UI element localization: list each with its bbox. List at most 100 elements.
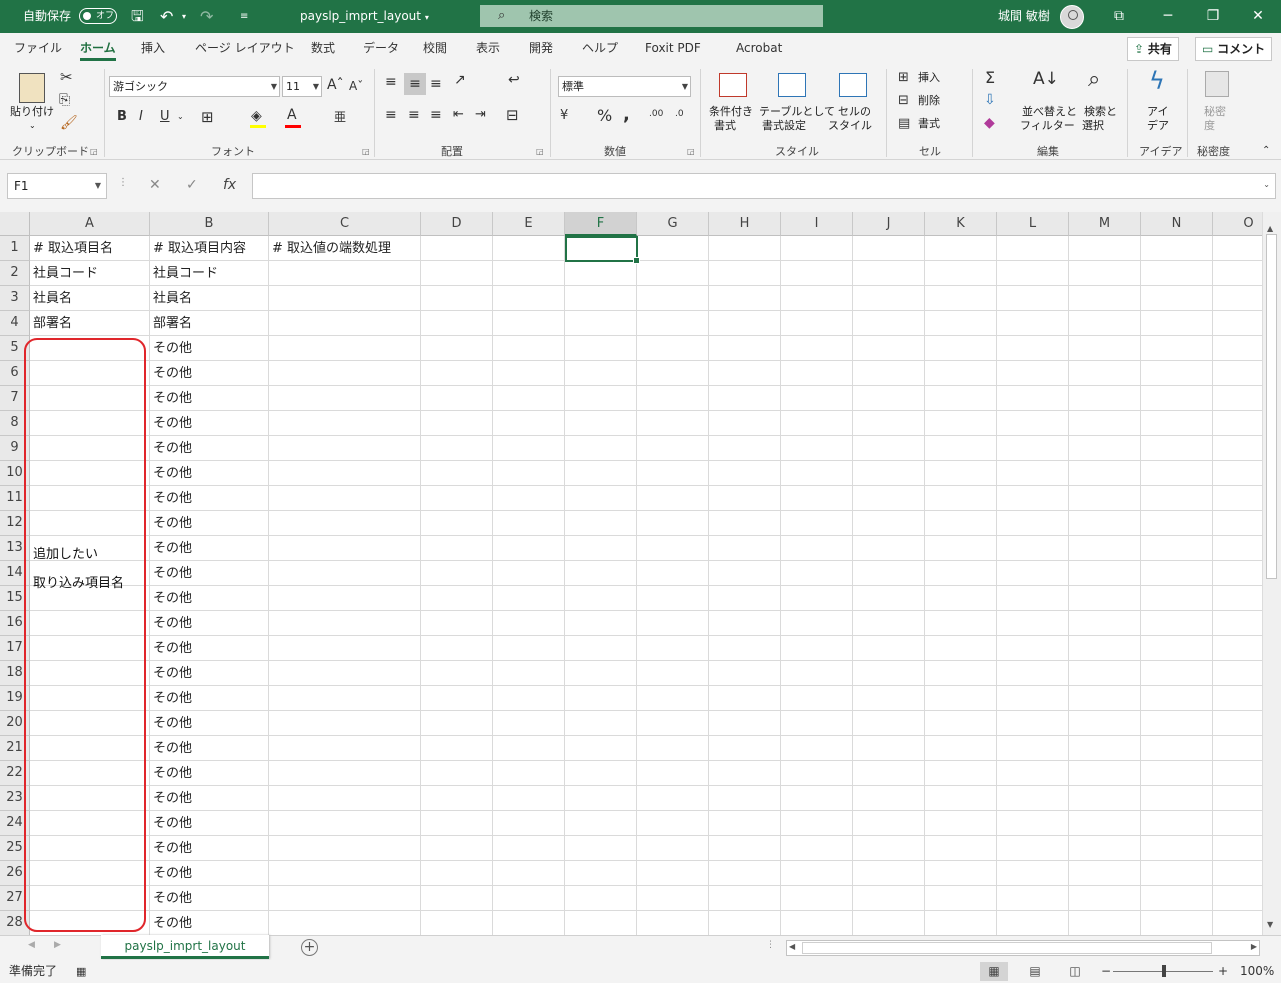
percent-icon[interactable]: % <box>597 106 612 125</box>
normal-view-icon[interactable]: ▦ <box>980 962 1008 981</box>
sensitivity-icon[interactable] <box>1205 71 1229 97</box>
column-header-N[interactable]: N <box>1141 212 1213 236</box>
underline-dropdown-icon[interactable]: ⌄ <box>177 112 184 121</box>
insert-cells-icon[interactable]: ⊞ <box>898 70 909 85</box>
column-header-O[interactable]: O <box>1213 212 1262 236</box>
cell-B22[interactable]: その他 <box>150 762 192 786</box>
paste-icon[interactable] <box>19 73 45 103</box>
decrease-decimal-icon[interactable]: .0 <box>675 109 684 119</box>
autosave-toggle[interactable]: オフ <box>79 8 117 24</box>
cell-B27[interactable]: その他 <box>150 887 192 911</box>
clipboard-launcher-icon[interactable]: ◲ <box>90 147 98 156</box>
conditional-format-label-1[interactable]: 条件付き <box>709 105 753 119</box>
align-left-icon[interactable]: ≡ <box>385 107 397 123</box>
tab-data[interactable]: データ <box>363 33 399 63</box>
delete-cells-label[interactable]: 削除 <box>918 94 940 108</box>
merge-center-icon[interactable]: ⊟ <box>506 106 519 124</box>
decrease-indent-icon[interactable]: ⇤ <box>453 107 464 122</box>
cell-B18[interactable]: その他 <box>150 662 192 686</box>
cell-B21[interactable]: その他 <box>150 737 192 761</box>
comma-icon[interactable]: , <box>623 104 630 125</box>
cell-B13[interactable]: その他 <box>150 537 192 561</box>
sort-filter-label-1[interactable]: 並べ替えと <box>1022 105 1077 119</box>
sensitivity-label-2[interactable]: 度 <box>1204 119 1215 133</box>
decrease-font-icon[interactable]: Aˇ <box>349 79 363 93</box>
cell-A3[interactable]: 社員名 <box>30 287 72 311</box>
select-all-button[interactable] <box>0 212 30 236</box>
scroll-down-icon[interactable]: ▼ <box>1267 920 1273 929</box>
underline-button[interactable]: U <box>160 109 170 124</box>
cell-B1[interactable]: # 取込項目内容 <box>150 237 246 261</box>
cell-styles-label-2[interactable]: スタイル <box>828 119 872 133</box>
number-format-select[interactable]: 標準 ▼ <box>558 76 691 97</box>
column-header-E[interactable]: E <box>493 212 565 236</box>
ideas-label-1[interactable]: アイ <box>1147 105 1168 119</box>
tab-page-layout[interactable]: ページ レイアウト <box>195 33 295 63</box>
horizontal-scrollbar[interactable]: ◀ ▶ <box>786 940 1260 956</box>
phonetic-icon[interactable]: 亜 <box>334 108 346 125</box>
find-select-icon[interactable]: ⌕ <box>1088 67 1100 92</box>
cell-C1[interactable]: # 取込値の端数処理 <box>269 237 391 261</box>
cell-B5[interactable]: その他 <box>150 337 192 361</box>
increase-font-icon[interactable]: Aˆ <box>327 77 344 93</box>
page-layout-view-icon[interactable]: ▤ <box>1021 962 1049 981</box>
zoom-level[interactable]: 100% <box>1240 960 1274 983</box>
cell-B24[interactable]: その他 <box>150 812 192 836</box>
column-header-I[interactable]: I <box>781 212 853 236</box>
alignment-launcher-icon[interactable]: ◲ <box>536 147 544 156</box>
clear-icon[interactable]: ◆ <box>984 115 995 131</box>
selected-cell-F1[interactable] <box>565 236 640 264</box>
comment-button[interactable]: ▭ コメント <box>1195 37 1273 61</box>
sensitivity-label-1[interactable]: 秘密 <box>1204 105 1226 119</box>
paste-label[interactable]: 貼り付け <box>10 105 54 119</box>
undo-dropdown-icon[interactable]: ▾ <box>182 0 186 33</box>
collapse-ribbon-icon[interactable]: ⌃ <box>1262 145 1270 156</box>
cell-B3[interactable]: 社員名 <box>150 287 192 311</box>
ideas-icon[interactable]: ϟ <box>1149 67 1165 95</box>
cell-B20[interactable]: その他 <box>150 712 192 736</box>
tab-acrobat[interactable]: Acrobat <box>736 33 782 63</box>
cell-B2[interactable]: 社員コード <box>150 262 218 286</box>
file-name[interactable]: payslp_imprt_layout ▾ <box>300 0 429 33</box>
cell-B8[interactable]: その他 <box>150 412 192 436</box>
tab-help[interactable]: ヘルプ <box>582 33 618 63</box>
horizontal-scroll-thumb[interactable] <box>802 942 1212 954</box>
vertical-scroll-thumb[interactable] <box>1266 234 1277 579</box>
cell-B14[interactable]: その他 <box>150 562 192 586</box>
insert-function-icon[interactable]: fx <box>223 177 236 193</box>
expand-formula-icon[interactable]: ⌄ <box>1263 180 1270 189</box>
page-break-view-icon[interactable]: ◫ <box>1061 962 1089 981</box>
conditional-format-icon[interactable] <box>719 73 747 97</box>
cell-B17[interactable]: その他 <box>150 637 192 661</box>
tab-insert[interactable]: 挿入 <box>141 33 165 63</box>
cut-icon[interactable]: ✂ <box>60 68 73 86</box>
column-header-B[interactable]: B <box>150 212 269 236</box>
cell-B28[interactable]: その他 <box>150 912 192 935</box>
sheet-tab[interactable]: payslp_imprt_layout <box>101 935 269 959</box>
cell-B6[interactable]: その他 <box>150 362 192 386</box>
minimize-icon[interactable]: ─ <box>1145 0 1191 33</box>
cell-B9[interactable]: その他 <box>150 437 192 461</box>
sort-filter-label-2[interactable]: フィルター <box>1020 119 1075 133</box>
tab-developer[interactable]: 開発 <box>529 33 553 63</box>
cell-B15[interactable]: その他 <box>150 587 192 611</box>
delete-cells-icon[interactable]: ⊟ <box>898 93 909 108</box>
worksheet-grid[interactable]: ABCDEFGHIJKLMNO 1 2 3 4 5 6 7 8 9 10 11 12 13 14 15 16 1… <box>0 212 1262 935</box>
macro-record-icon[interactable]: ▦ <box>76 960 86 983</box>
tab-review[interactable]: 校閲 <box>423 33 447 63</box>
row-header-4[interactable]: 4 <box>0 311 30 336</box>
cell-B7[interactable]: その他 <box>150 387 192 411</box>
tab-foxit-pdf[interactable]: Foxit PDF <box>645 33 701 63</box>
increase-indent-icon[interactable]: ⇥ <box>475 107 486 122</box>
search-box[interactable]: ⌕ 検索 <box>480 5 823 27</box>
align-center-icon[interactable]: ≡ <box>408 107 420 123</box>
column-header-H[interactable]: H <box>709 212 781 236</box>
save-icon[interactable]: 🖫 <box>131 0 144 33</box>
column-header-M[interactable]: M <box>1069 212 1141 236</box>
cell-B12[interactable]: その他 <box>150 512 192 536</box>
increase-decimal-icon[interactable]: .00 <box>649 109 663 119</box>
scroll-up-icon[interactable]: ▲ <box>1267 224 1273 233</box>
tab-formulas[interactable]: 数式 <box>311 33 335 63</box>
column-header-J[interactable]: J <box>853 212 925 236</box>
align-bottom-icon[interactable]: ≡ <box>430 76 442 92</box>
